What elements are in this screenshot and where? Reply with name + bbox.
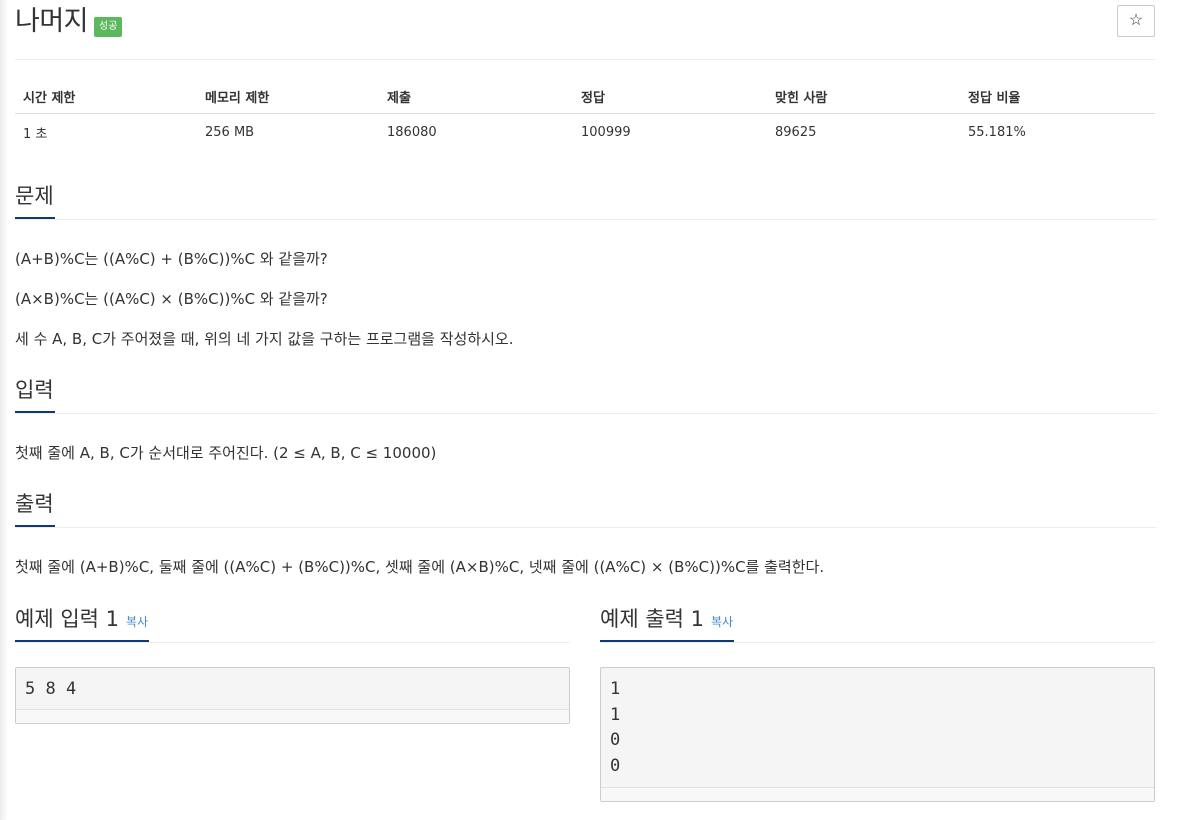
- description-line-2: (A×B)%C는 ((A%C) × (B%C))%C 와 같을까?: [15, 290, 328, 308]
- header-solvers: 맞힌 사람: [767, 80, 960, 114]
- sample-output-heading: 예제 출력 1 복사: [600, 606, 735, 642]
- problem-info-table: 시간 제한 메모리 제한 제출 정답 맞힌 사람 정답 비율 1 초 256 M…: [15, 80, 1155, 150]
- sample-output-scrollbar[interactable]: [601, 787, 1154, 801]
- value-time-limit: 1 초: [23, 126, 48, 142]
- sample-input-section-header: 예제 입력 1 복사: [15, 606, 570, 643]
- sample-input-box[interactable]: 5 8 4: [15, 667, 570, 724]
- star-button[interactable]: ☆: [1117, 5, 1155, 37]
- info-value-row: 1 초 256 MB 186080 100999 89625 55.181%: [15, 114, 1155, 151]
- header-submissions: 제출: [379, 80, 573, 114]
- description-line-3: 세 수 A, B, C가 주어졌을 때, 위의 네 가지 값을 구하는 프로그램…: [15, 330, 514, 348]
- sample-input-heading: 예제 입력 1 복사: [15, 606, 150, 642]
- header-accept-ratio: 정답 비율: [960, 80, 1155, 114]
- output-section-header: 출력: [15, 491, 1157, 528]
- value-memory-limit: 256 MB: [205, 124, 255, 140]
- input-section-header: 입력: [15, 377, 1157, 414]
- sample-output-box[interactable]: 1 1 0 0: [600, 667, 1155, 802]
- sample-input-title: 예제 입력 1: [15, 607, 119, 631]
- sample-output-copy-button[interactable]: 복사: [711, 615, 733, 629]
- value-submissions[interactable]: 186080: [379, 114, 573, 151]
- sample-input-copy-button[interactable]: 복사: [126, 615, 148, 629]
- header-memory-limit: 메모리 제한: [197, 80, 379, 114]
- value-accept-ratio: 55.181%: [968, 124, 1026, 140]
- sample-output-title: 예제 출력 1: [600, 607, 704, 631]
- sample-output-content: 1 1 0 0: [610, 679, 621, 776]
- star-icon: ☆: [1128, 12, 1144, 29]
- page-title: 나머지: [15, 6, 89, 37]
- header-accepted: 정답: [573, 80, 767, 114]
- problem-header: 나머지 성공 ☆: [15, 0, 1155, 60]
- page-gutter: [0, 0, 8, 820]
- status-badge: 성공: [94, 17, 123, 37]
- input-description: 첫째 줄에 A, B, C가 순서대로 주어진다. (2 ≤ A, B, C ≤…: [15, 444, 437, 462]
- sample-input-scrollbar[interactable]: [16, 709, 569, 723]
- description-section-header: 문제: [15, 183, 1157, 220]
- sample-output-section-header: 예제 출력 1 복사: [600, 606, 1155, 643]
- output-description: 첫째 줄에 (A+B)%C, 둘째 줄에 ((A%C) + (B%C))%C, …: [15, 558, 825, 576]
- output-heading: 출력: [15, 491, 55, 527]
- input-heading: 입력: [15, 377, 55, 413]
- sample-input-content: 5 8 4: [25, 679, 77, 699]
- header-time-limit: 시간 제한: [15, 80, 197, 114]
- info-header-row: 시간 제한 메모리 제한 제출 정답 맞힌 사람 정답 비율: [15, 80, 1155, 114]
- description-heading: 문제: [15, 183, 55, 219]
- description-line-1: (A+B)%C는 ((A%C) + (B%C))%C 와 같을까?: [15, 250, 328, 268]
- value-accepted[interactable]: 100999: [573, 114, 767, 151]
- value-solvers[interactable]: 89625: [767, 114, 960, 151]
